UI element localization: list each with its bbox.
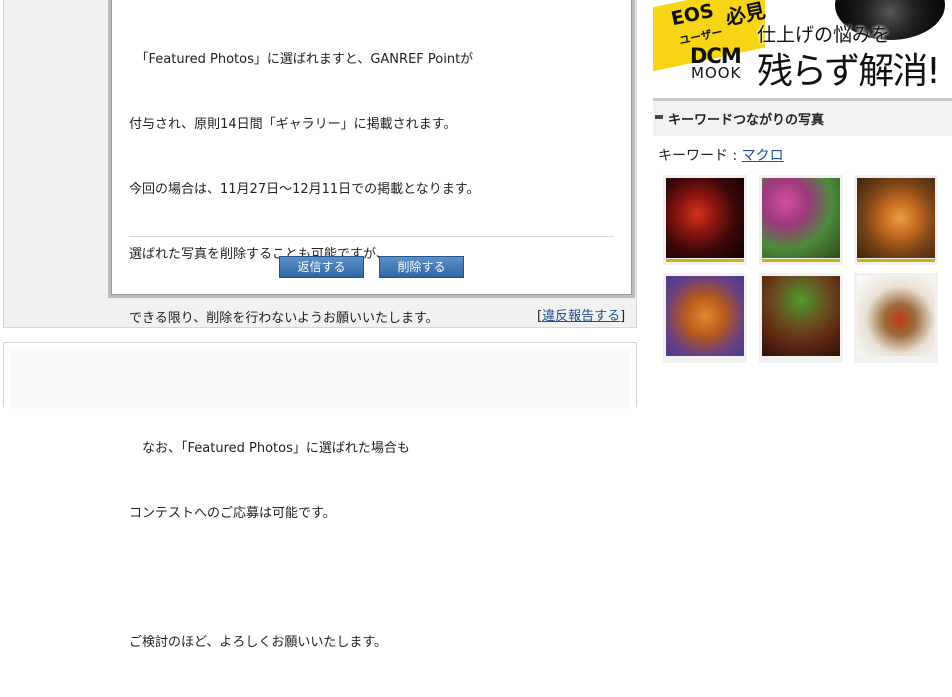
ad-mook-text: MOOK	[691, 64, 742, 82]
message-line: できる限り、削除を行わないようお願いいたします。	[129, 311, 439, 327]
widget-header: キーワードつながりの写真	[653, 98, 952, 136]
photo-thumbnail[interactable]	[854, 175, 938, 265]
photo-image	[857, 276, 935, 356]
report-link-row: [違反報告する]	[537, 305, 625, 324]
photo-thumbnail[interactable]	[854, 273, 938, 363]
message-box: 「Featured Photos」に選ばれますと、GANREF Pointが 付…	[108, 0, 635, 650]
next-comment-body	[10, 349, 630, 409]
message-line: ご検討のほど、よろしくお願いいたします。	[129, 635, 388, 651]
keyword-label: キーワード :	[658, 148, 742, 164]
photo-image	[666, 276, 744, 356]
photo-image	[666, 178, 744, 258]
keyword-link[interactable]: マクロ	[742, 148, 784, 164]
photo-image	[762, 276, 840, 356]
report-link[interactable]: 違反報告する	[542, 309, 620, 324]
ad-banner[interactable]: EOS ユーザー 必見 DCM MOOK 仕上げの悩みを 残らず解消!	[653, 0, 952, 96]
message-body: 「Featured Photos」に選ばれますと、GANREF Pointが 付…	[111, 0, 632, 650]
thumbnail-underline	[762, 259, 840, 262]
photo-thumbnail[interactable]	[663, 175, 747, 265]
keyword-row: キーワード : マクロ	[658, 145, 784, 165]
keyword-photos-widget: キーワードつながりの写真 キーワード : マクロ	[653, 98, 952, 407]
thumbnail-underline	[857, 259, 935, 262]
photo-thumbnail[interactable]	[759, 175, 843, 265]
widget-title: キーワードつながりの写真	[668, 113, 825, 128]
header-bar-icon	[655, 115, 663, 119]
next-comment-panel	[3, 342, 637, 409]
photo-image	[857, 178, 935, 258]
message-line: 「Featured Photos」に選ばれますと、GANREF Pointが	[129, 52, 474, 68]
photo-thumbnail[interactable]	[759, 273, 843, 363]
delete-button[interactable]: 削除する	[379, 256, 464, 278]
thumbnail-underline	[666, 259, 744, 262]
message-line: なお、「Featured Photos」に選ばれた場合も	[129, 440, 410, 456]
ad-headline: 残らず解消!	[757, 51, 941, 92]
reply-button[interactable]: 返信する	[279, 256, 364, 278]
message-line: コンテストへのご応募は可能です。	[129, 505, 336, 521]
divider	[129, 236, 614, 237]
message-line: 今回の場合は、11月27日～12月11日での掲載となります。	[129, 181, 480, 197]
message-line: 付与され、原則14日間「ギャラリー」に掲載されます。	[129, 116, 457, 132]
photo-image	[762, 178, 840, 258]
message-line	[129, 567, 479, 589]
photo-thumbnail[interactable]	[663, 273, 747, 363]
comment-panel: 「Featured Photos」に選ばれますと、GANREF Pointが 付…	[3, 0, 637, 650]
bracket-close: ]	[620, 309, 626, 324]
